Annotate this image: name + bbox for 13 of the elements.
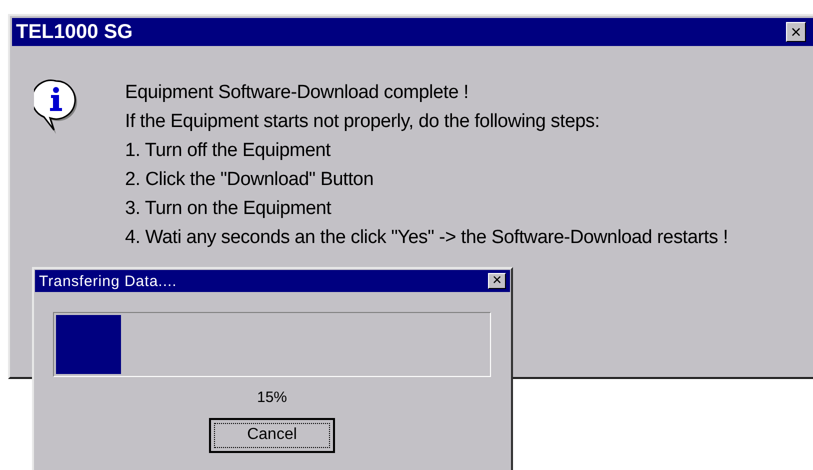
window-title: TEL1000 SG	[16, 22, 133, 42]
window-title: Transfering Data....	[39, 274, 177, 288]
close-button[interactable]: ×	[786, 22, 806, 42]
cancel-button[interactable]: Cancel	[209, 418, 335, 452]
message-line: 2. Click the "Download" Button	[125, 168, 374, 192]
close-button[interactable]: ×	[488, 273, 506, 289]
message-line: 4. Wati any seconds an the click "Yes" -> the Software-Download restarts !	[125, 226, 728, 250]
message-line: 3. Turn on the Equipment	[125, 197, 332, 221]
percent-label: 15%	[256, 388, 288, 408]
message-line: Equipment Software-Download complete !	[125, 81, 470, 105]
info-icon	[34, 78, 78, 134]
message-line: 1. Turn off the Equipment	[125, 139, 332, 163]
message-line: If the Equipment starts not properly, do the following steps:	[125, 110, 601, 134]
